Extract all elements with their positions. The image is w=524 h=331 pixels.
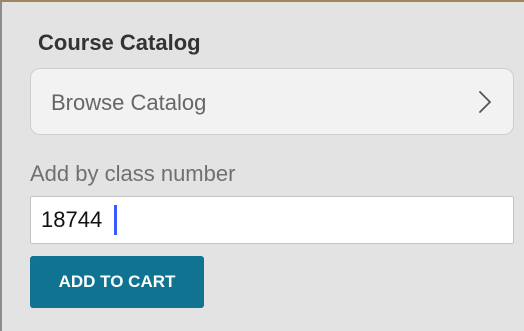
chevron-right-icon xyxy=(479,91,491,113)
section-title: Course Catalog xyxy=(38,30,201,55)
class-number-label: Add by class number xyxy=(30,161,236,186)
browse-catalog-button[interactable]: Browse Catalog xyxy=(30,68,514,135)
text-caret xyxy=(114,205,117,235)
class-number-input[interactable] xyxy=(30,196,514,244)
browse-catalog-label: Browse Catalog xyxy=(51,90,207,115)
add-to-cart-button[interactable]: ADD TO CART xyxy=(30,256,204,308)
